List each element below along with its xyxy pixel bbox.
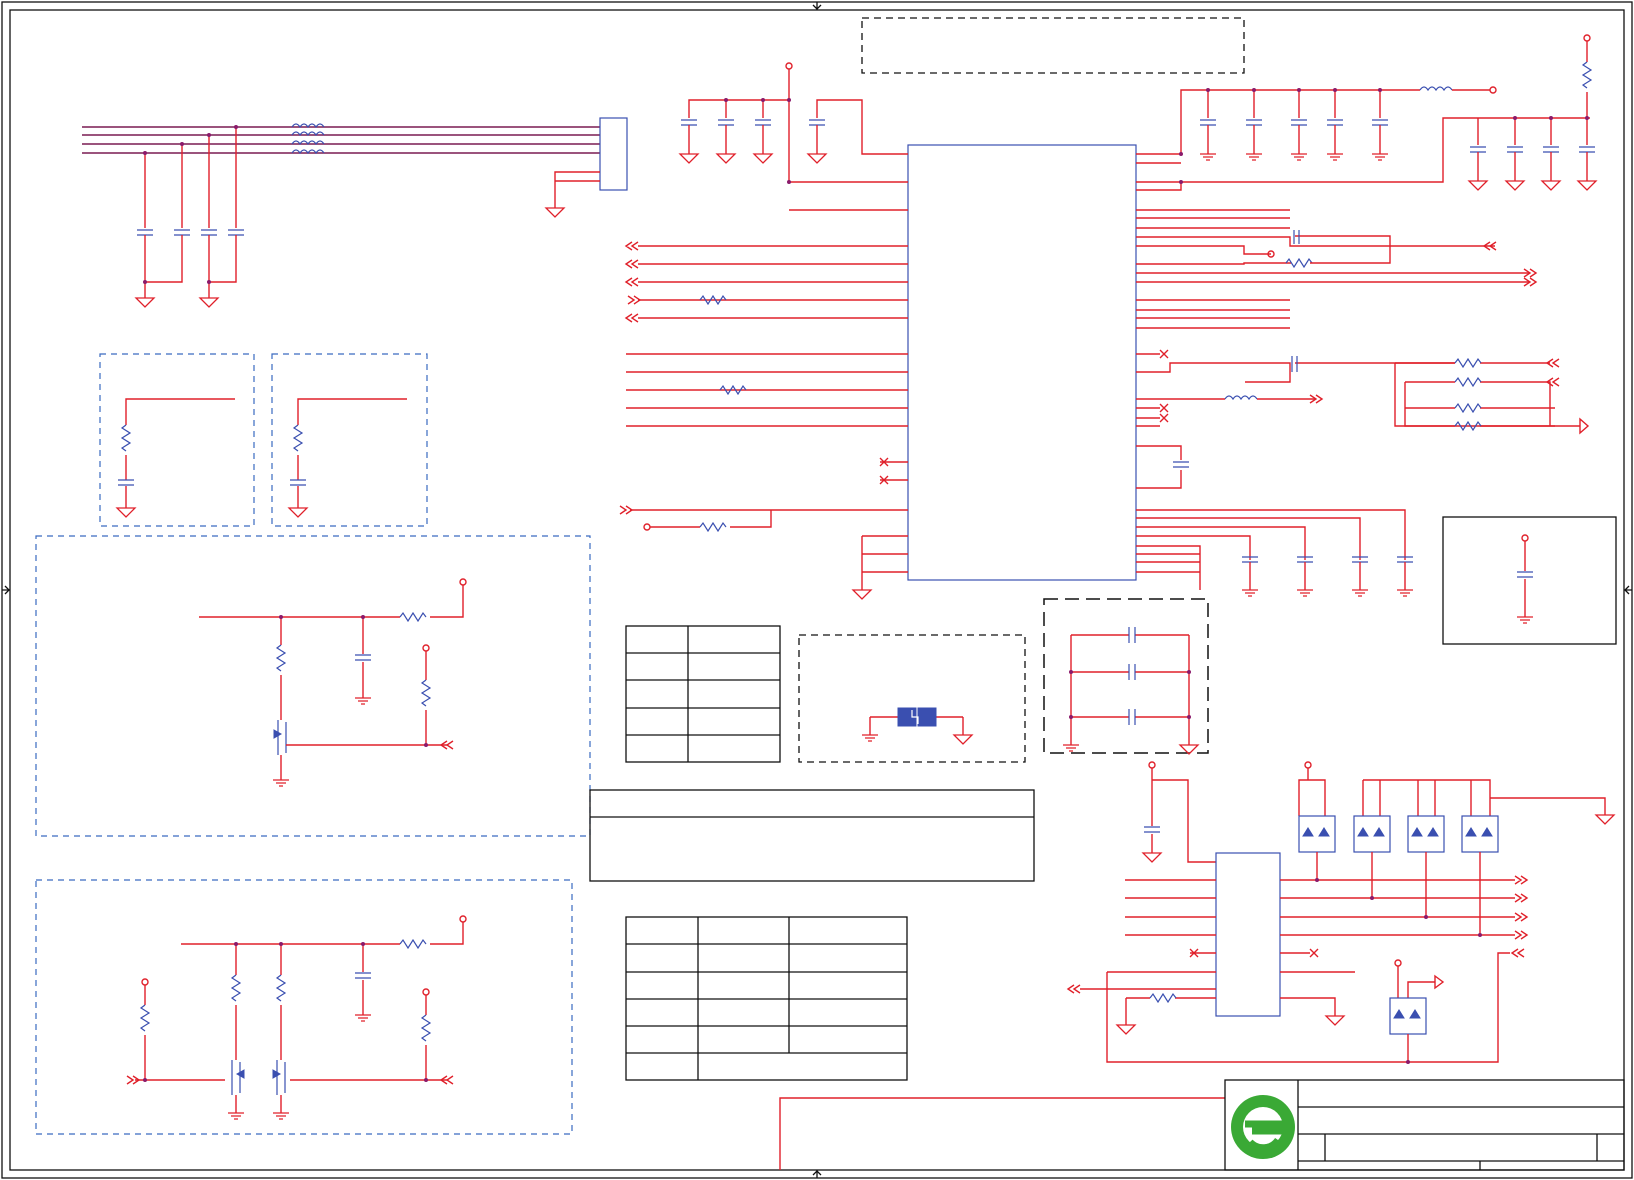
rc-snubber-2 [271,353,428,527]
notes-box [589,789,1035,882]
crystal-icon [897,707,937,727]
title-block-lead [779,1097,1225,1170]
decoupling-box-right [1442,516,1617,645]
usb-bridge-ic-block [1215,852,1281,1017]
ferrite-inductor-icon [1419,86,1453,92]
mosfet-icon [273,720,426,755]
filter-capacitors [137,229,244,236]
ic-right-supply [1136,34,1598,191]
cap-array-box [1043,598,1209,755]
common-mode-choke-icon [291,123,325,155]
ic-supply-decoupling [678,62,908,211]
ic-right-signals [1136,209,1590,597]
level-shifter-1 [35,535,591,837]
company-logo-icon [1231,1095,1295,1159]
mosfet-pair-icon [231,1060,286,1095]
main-ic-block [907,144,1137,581]
level-shifter-2 [35,879,573,1135]
connector-block [599,117,628,191]
note-box-top [861,17,1245,74]
schematic-sheet [1,1,1633,1179]
input-filter-bus [82,117,628,308]
title-block [1224,1079,1625,1171]
series-resistor-icon [699,294,747,533]
rc-snubber-1 [99,353,255,527]
ic-left-signals [619,241,908,600]
crystal-box [798,634,1026,763]
config-table-1 [625,625,781,763]
sheet-border [1,1,1633,1179]
esd-diode-array-icons [1298,815,1499,853]
usb-esd-section [1066,761,1616,1064]
config-table-2 [625,916,908,1081]
